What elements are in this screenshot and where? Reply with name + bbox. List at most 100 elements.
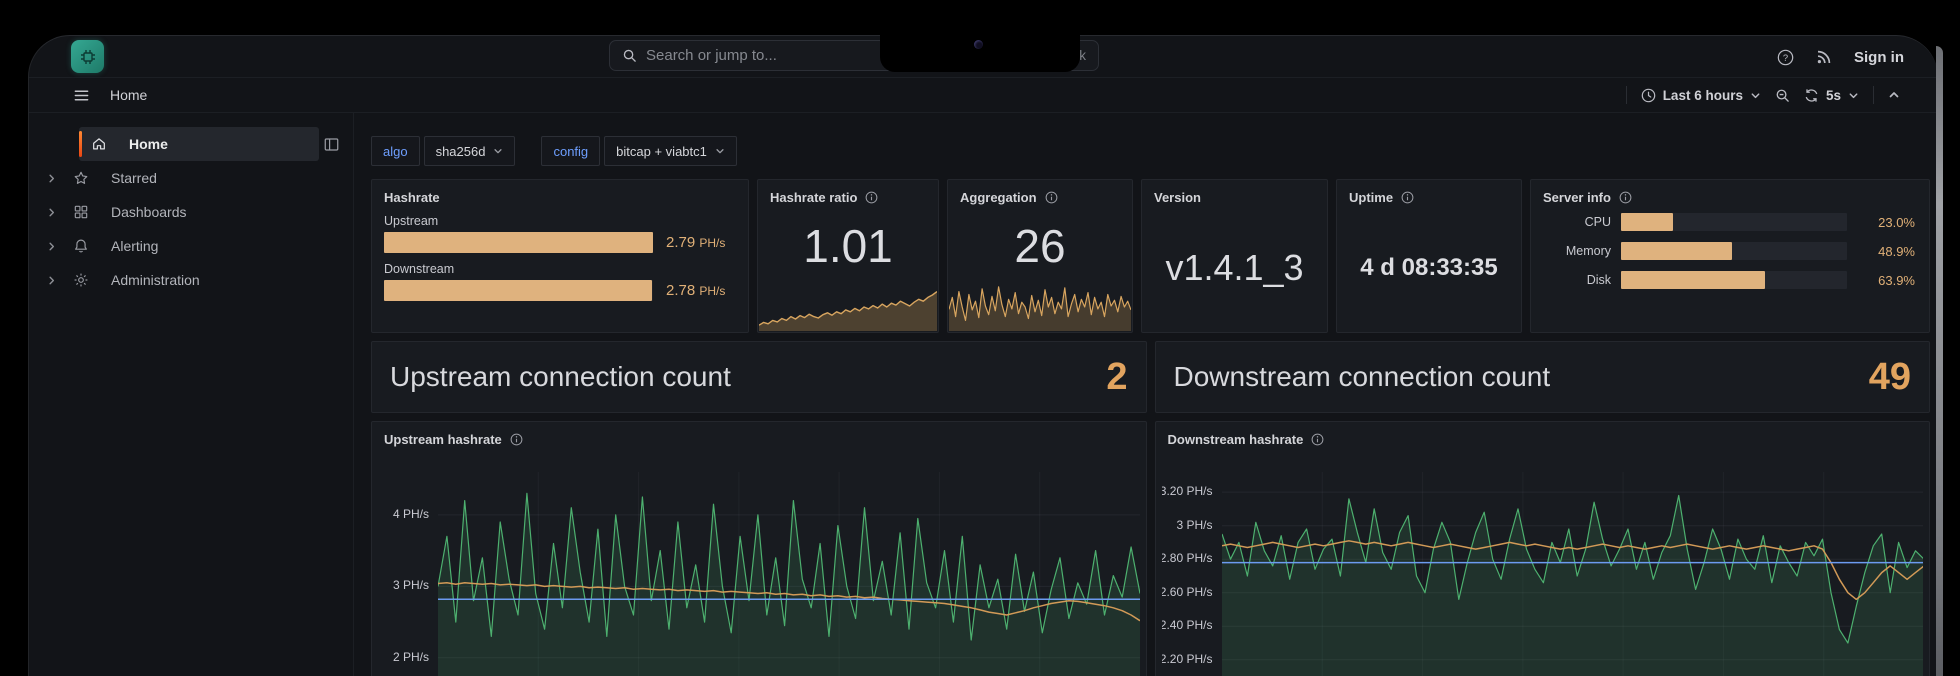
clock-icon [1641, 88, 1656, 103]
breadcrumb[interactable]: Home [110, 87, 147, 103]
gauge-value: 23.0% [1857, 215, 1915, 230]
gauge-value: 2.78 PH/s [666, 282, 736, 299]
laptop-chassis-edge [1936, 46, 1943, 676]
collapse-toolbar-button[interactable] [1888, 89, 1900, 101]
variables-row: algo sha256d config bitcap + viabtc1 [371, 136, 1930, 166]
gauge-value: 48.9% [1857, 244, 1915, 259]
chevron-down-icon [715, 146, 725, 156]
panel-title: Upstream hashrate [384, 432, 502, 447]
zoom-out-button[interactable] [1775, 88, 1790, 103]
variable-label-config: config [541, 136, 600, 166]
sidebar-item-starred[interactable]: Starred [29, 161, 353, 195]
info-icon[interactable] [510, 433, 523, 446]
time-range-picker[interactable]: Last 6 hours [1641, 88, 1761, 103]
gauge-label: Upstream [384, 214, 736, 228]
panel-uptime: Uptime 4 d 08:33:35 [1336, 179, 1522, 333]
y-axis-tick-label: 2.60 PH/s [1162, 585, 1213, 599]
info-icon[interactable] [1401, 191, 1414, 204]
gauge-value: 63.9% [1857, 273, 1915, 288]
sparkline [949, 283, 1131, 331]
zoom-out-icon [1775, 88, 1790, 103]
server-metric-row: CPU 23.0% [1543, 213, 1915, 231]
y-axis-tick-label: 2.20 PH/s [1162, 652, 1213, 666]
bar-gauge [1621, 271, 1847, 289]
refresh-icon [1804, 88, 1819, 103]
search-icon [622, 48, 637, 63]
sidebar-item-alerting[interactable]: Alerting [29, 229, 353, 263]
chevron-right-icon[interactable] [29, 173, 73, 184]
divider [1626, 86, 1627, 104]
chevron-right-icon[interactable] [29, 207, 73, 218]
stat-value: 2 [1106, 356, 1127, 399]
panel-title: Downstream connection count [1174, 361, 1551, 393]
search-placeholder: Search or jump to... [646, 47, 777, 64]
webcam-icon [974, 40, 983, 49]
dashboards-grid-icon [73, 204, 111, 220]
dashboard-toolbar: Home Last 6 hours [29, 78, 1938, 113]
server-metric-row: Disk 63.9% [1543, 271, 1915, 289]
sidebar-item-home[interactable]: Home [79, 127, 319, 161]
chevron-down-icon [493, 146, 503, 156]
laptop-mockup: Search or jump to... ⌘+k ? Sign in [0, 0, 1960, 676]
panel-title: Version [1154, 190, 1201, 205]
menu-toggle-button[interactable] [73, 87, 90, 104]
info-icon[interactable] [1311, 433, 1324, 446]
sign-in-button[interactable]: Sign in [1854, 49, 1904, 66]
panel-version: Version v1.4.1_3 [1141, 179, 1328, 333]
app-logo[interactable] [71, 40, 104, 73]
panel-title: Server info [1543, 190, 1611, 205]
hamburger-icon [73, 87, 90, 104]
news-rss-icon[interactable] [1816, 49, 1832, 65]
chip-icon [79, 48, 97, 66]
panel-upstream-hashrate: Upstream hashrate 4 PH/s3 PH/s2 PH/s [371, 421, 1147, 676]
info-icon[interactable] [1619, 191, 1632, 204]
info-icon[interactable] [865, 191, 878, 204]
stat-value: 26 [948, 212, 1132, 280]
variable-select-algo[interactable]: sha256d [424, 136, 516, 166]
y-axis-tick-label: 3 PH/s [1176, 518, 1212, 532]
star-icon [73, 170, 111, 186]
y-axis-tick-label: 3.20 PH/s [1162, 484, 1213, 498]
y-axis-tick-label: 3 PH/s [393, 578, 429, 592]
stat-value: 1.01 [758, 212, 938, 280]
variable-label-algo: algo [371, 136, 420, 166]
chevron-down-icon [1750, 90, 1761, 101]
info-icon[interactable] [1045, 191, 1058, 204]
bar-gauge [1621, 242, 1847, 260]
bar-gauge [1621, 213, 1847, 231]
refresh-picker[interactable]: 5s [1804, 88, 1859, 103]
stat-value: 49 [1869, 356, 1911, 399]
y-axis-tick-label: 2.80 PH/s [1162, 551, 1213, 565]
panel-hashrate: Hashrate Upstream 2.79 PH/s Downst [371, 179, 749, 333]
gear-icon [73, 272, 111, 288]
stat-value: 4 d 08:33:35 [1337, 212, 1521, 324]
active-accent-bar [79, 131, 82, 157]
bar-gauge [384, 280, 653, 301]
help-icon[interactable]: ? [1777, 49, 1794, 66]
gauge-value: 2.79 PH/s [666, 234, 736, 251]
panel-server-info: Server info CPU 23.0% [1530, 179, 1930, 333]
panel-title: Aggregation [960, 190, 1037, 205]
chevron-right-icon[interactable] [29, 275, 73, 286]
nav-sidebar: Home Starred [29, 113, 354, 676]
sidebar-item-administration[interactable]: Administration [29, 263, 353, 297]
time-series-plot[interactable] [438, 472, 1140, 676]
server-metric-row: Memory 48.9% [1543, 242, 1915, 260]
svg-text:?: ? [1783, 52, 1788, 63]
panel-upstream-connection-count: Upstream connection count 2 [371, 341, 1147, 413]
panel-downstream-hashrate: Downstream hashrate 3.20 PH/s3 PH/s2.80 … [1155, 421, 1931, 676]
variable-select-config[interactable]: bitcap + viabtc1 [604, 136, 737, 166]
y-axis-tick-label: 2.40 PH/s [1162, 618, 1213, 632]
chevron-down-icon [1848, 90, 1859, 101]
bar-gauge [384, 232, 653, 253]
panel-aggregation: Aggregation 26 [947, 179, 1133, 333]
chevron-right-icon[interactable] [29, 241, 73, 252]
sidebar-item-dashboards[interactable]: Dashboards [29, 195, 353, 229]
chevron-up-icon [1888, 89, 1900, 101]
panel-title: Upstream connection count [390, 361, 731, 393]
stat-value: v1.4.1_3 [1142, 212, 1327, 324]
y-axis: 3.20 PH/s 3 PH/s 2.80 PH/s 2.60 PH/s 2.40 PH… [1162, 472, 1222, 676]
y-axis-tick-label: 4 PH/s [393, 507, 429, 521]
dock-menu-button[interactable] [323, 127, 340, 161]
time-series-plot[interactable] [1222, 472, 1924, 676]
